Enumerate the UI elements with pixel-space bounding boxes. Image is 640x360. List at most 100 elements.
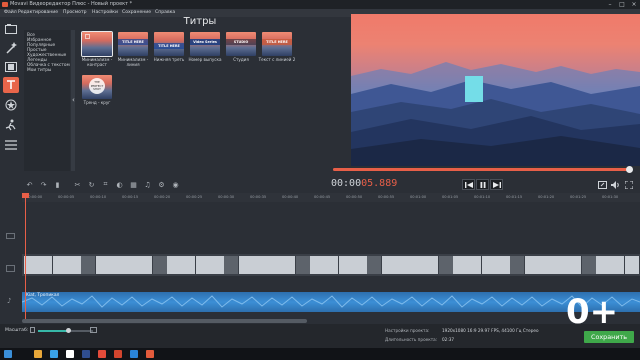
rotate-icon[interactable]: ↻	[86, 179, 97, 190]
video-frame-thumb	[181, 256, 196, 274]
taskbar-app-icon[interactable]	[66, 350, 74, 358]
audio-icon[interactable]: ♫	[142, 179, 153, 190]
ruler-tick-label: 00:01:15	[506, 195, 523, 199]
video-frame-thumb	[438, 256, 453, 274]
title-thumb-minimal-contrast[interactable]	[81, 31, 113, 57]
category-my-titles[interactable]: Мои титры	[27, 68, 51, 73]
crop-icon[interactable]: ⌗	[100, 179, 111, 190]
video-frame-thumb	[524, 256, 539, 274]
title-thumb-minimal-line[interactable]: TITLE HERE	[118, 32, 148, 56]
cut-icon[interactable]: ✂	[72, 179, 83, 190]
maximize-icon[interactable]: □	[616, 0, 628, 9]
video-frame-thumb	[167, 256, 181, 274]
window-titlebar: Movavi Видеоредактор Плюс - Новый проект…	[0, 0, 640, 9]
video-frame-thumb	[567, 256, 582, 274]
minimize-icon[interactable]: –	[604, 0, 616, 9]
transitions-icon[interactable]	[3, 117, 19, 133]
timeline-ruler[interactable]: 00:00:00 00:00:05 00:00:10 00:00:15 00:0…	[22, 193, 640, 202]
video-frame-thumb	[381, 256, 396, 274]
video-frame-thumb	[224, 256, 239, 274]
thumb-caption: Минимализм - линия	[117, 57, 149, 67]
undo-icon[interactable]: ↶	[24, 179, 35, 190]
edit-toolbar: ↶ ↷ ▮ ✂ ↻ ⌗ ◐ ▦ ♫ ⚙ ◉	[22, 177, 180, 193]
audio-clip[interactable]	[22, 292, 640, 312]
track-headers: ♪	[0, 193, 22, 323]
video-frame-thumb	[538, 256, 553, 274]
title-thumb-episode-number[interactable]: Video Series	[190, 32, 220, 56]
seek-handle[interactable]	[626, 166, 633, 173]
ruler-tick-label: 00:00:10	[90, 195, 107, 199]
video-frame-thumb	[209, 256, 224, 274]
zoom-slider-fill	[38, 330, 69, 332]
volume-icon[interactable]	[609, 179, 622, 190]
zoom-out-icon[interactable]	[30, 327, 35, 333]
next-frame-button[interactable]	[490, 179, 503, 190]
taskbar-app-icon[interactable]	[34, 350, 42, 358]
settings-icon[interactable]: ⚙	[156, 179, 167, 190]
title-placeholder-box[interactable]	[465, 76, 483, 102]
app-window: Movavi Видеоредактор Плюс - Новый проект…	[0, 0, 640, 360]
redo-icon[interactable]: ↷	[38, 179, 49, 190]
chevron-left-icon[interactable]: ‹	[72, 96, 75, 104]
import-icon[interactable]	[3, 21, 19, 37]
tool-strip	[0, 17, 22, 192]
video-frame-thumb	[281, 256, 296, 274]
close-icon[interactable]: ×	[628, 0, 640, 9]
zoom-in-icon[interactable]	[90, 327, 97, 333]
playhead-line[interactable]	[25, 193, 26, 323]
video-frame-thumb	[610, 256, 625, 274]
video-frame-thumb	[453, 256, 467, 274]
thumb-caption: Номер выпуска	[188, 57, 222, 62]
ruler-tick-label: 00:01:05	[442, 195, 459, 199]
fullscreen-icon[interactable]	[622, 179, 635, 190]
filters-icon[interactable]	[3, 59, 19, 75]
project-duration-label: Длительность проекта:	[385, 337, 438, 342]
video-frame-thumb	[338, 256, 353, 274]
video-frame-thumb	[352, 256, 367, 274]
title-thumb-trend-circle[interactable]: THE PERFECT SHOT	[82, 75, 112, 99]
video-track-icon	[6, 265, 15, 272]
pause-button[interactable]	[476, 179, 489, 190]
taskbar-app-icon[interactable]	[146, 350, 154, 358]
video-frame-thumb	[152, 256, 167, 274]
title-thumb-text-line-2[interactable]: TITLE HERE	[262, 32, 292, 56]
save-button[interactable]: Сохранить	[584, 331, 634, 343]
video-track[interactable]	[22, 254, 640, 276]
os-taskbar	[0, 348, 640, 360]
video-frame-thumb	[324, 256, 339, 274]
preview-player[interactable]	[351, 14, 640, 166]
timeline-scrollbar[interactable]	[22, 319, 307, 323]
thumb-caption: Тренд - круг	[83, 100, 111, 105]
thumb-caption: Текст с линией 2	[258, 57, 296, 62]
magic-wand-icon[interactable]	[3, 40, 19, 56]
start-icon[interactable]	[4, 350, 12, 358]
delete-icon[interactable]: ▮	[52, 179, 63, 190]
ruler-tick-label: 00:01:25	[570, 195, 587, 199]
ruler-tick-label: 00:00:05	[58, 195, 75, 199]
ruler-tick-label: 00:01:20	[538, 195, 555, 199]
more-tools-icon[interactable]	[3, 137, 19, 153]
taskbar-app-icon[interactable]	[130, 350, 138, 358]
video-frame-thumb	[424, 256, 439, 274]
previous-frame-button[interactable]	[462, 179, 475, 190]
video-frame-thumb	[581, 256, 596, 274]
ruler-tick-label: 00:00:50	[346, 195, 363, 199]
menu-edit[interactable]: Редактирование	[18, 9, 58, 17]
taskbar-app-icon[interactable]	[98, 350, 106, 358]
slideshow-icon[interactable]: ▦	[128, 179, 139, 190]
snapshot-icon[interactable]	[596, 179, 609, 190]
taskbar-app-icon[interactable]	[50, 350, 58, 358]
zoom-label: Масштаб:	[5, 328, 29, 333]
title-thumb-lower-third[interactable]: TITLE HERE	[154, 32, 184, 56]
title-thumb-studio[interactable]: STUDIO	[226, 32, 256, 56]
taskbar-app-icon[interactable]	[82, 350, 90, 358]
record-icon[interactable]: ◉	[170, 179, 181, 190]
color-adjust-icon[interactable]: ◐	[114, 179, 125, 190]
video-frame-thumb	[109, 256, 124, 274]
titles-icon[interactable]	[3, 77, 19, 93]
menu-file[interactable]: Файл	[4, 9, 17, 17]
taskbar-app-icon[interactable]	[114, 350, 122, 358]
video-frame-thumb	[553, 256, 568, 274]
audio-clip-label: Kiat, Тропикал	[26, 293, 60, 298]
stickers-icon[interactable]	[3, 97, 19, 113]
